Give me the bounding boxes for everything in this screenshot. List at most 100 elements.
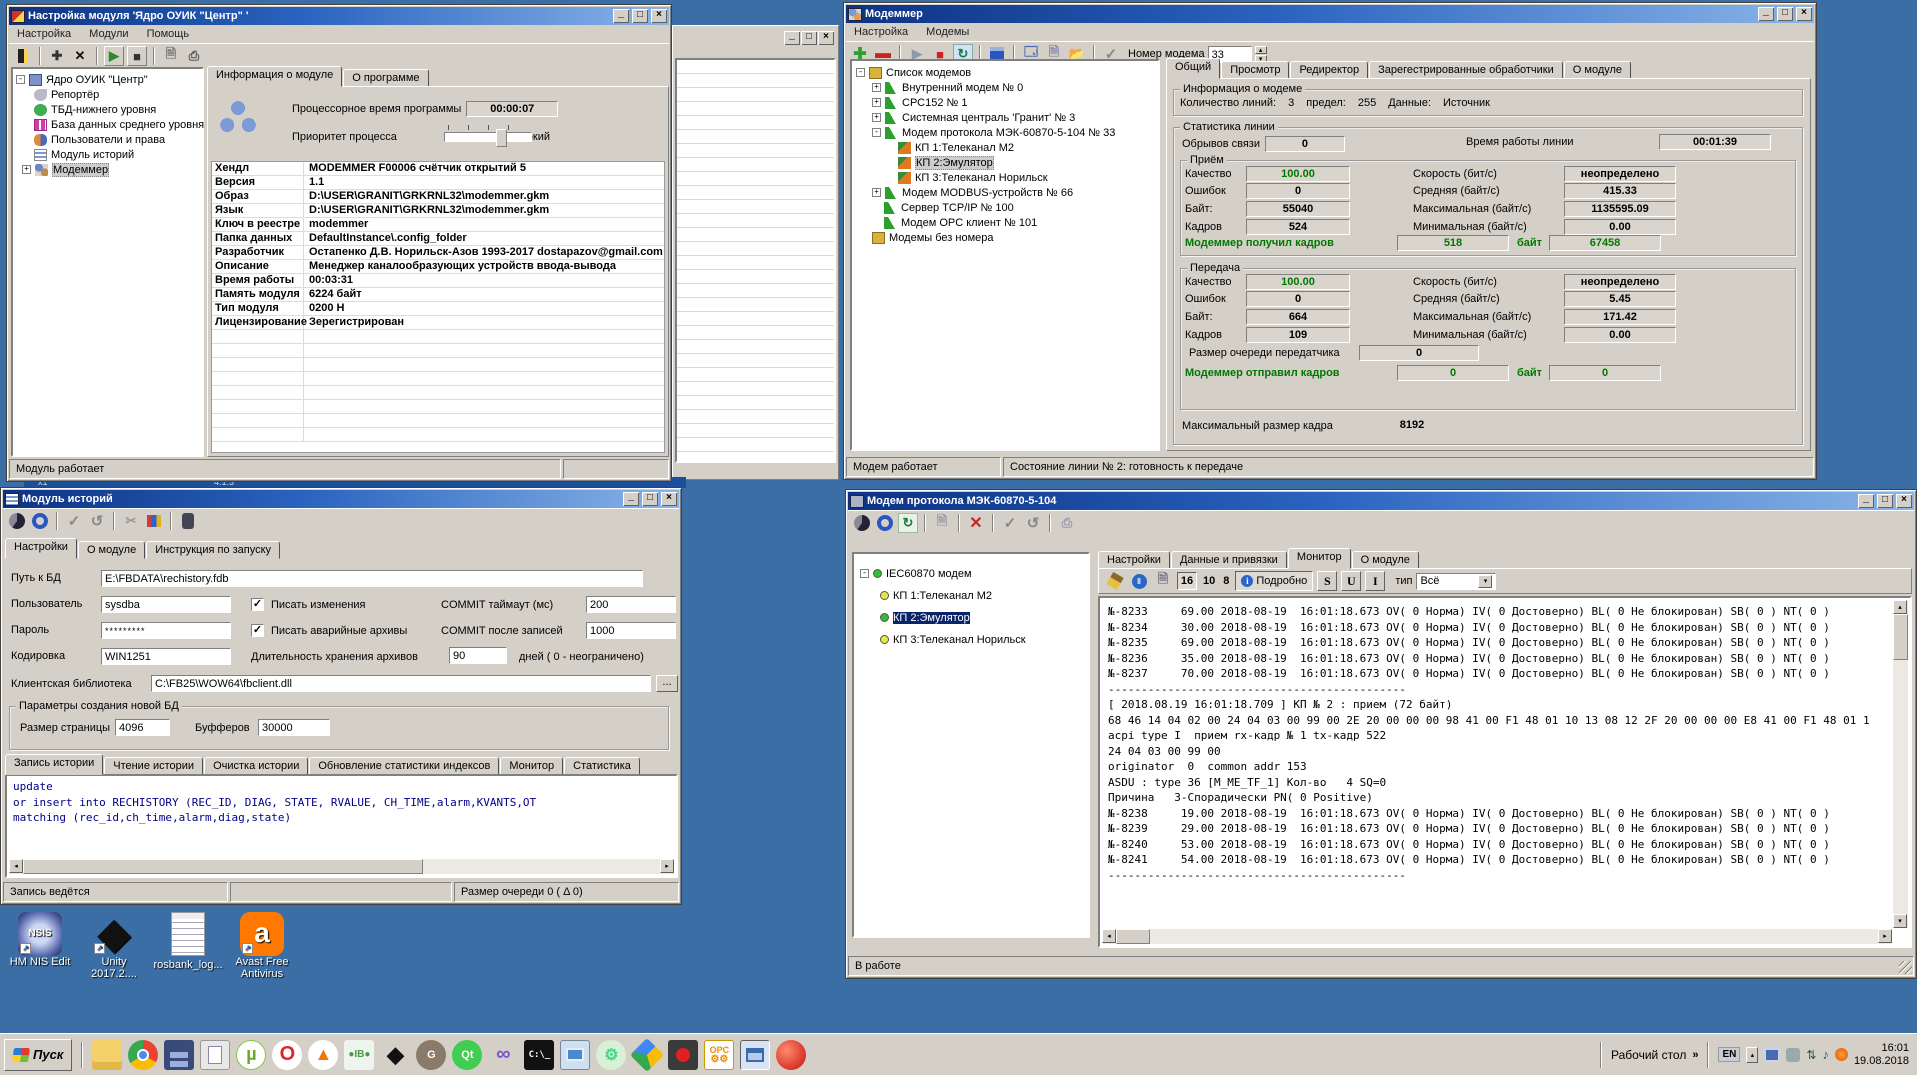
tray-volume-icon[interactable]: ♪ — [1822, 1047, 1829, 1062]
new-doc-icon[interactable]: 🗎 — [932, 513, 952, 533]
radix-10-button[interactable]: 10 — [1201, 575, 1217, 587]
delete-module-icon[interactable]: ✕ — [70, 46, 90, 66]
tree-item-modem[interactable]: Модем OPC клиент № 101 — [854, 215, 1156, 230]
w3-titlebar[interactable]: Модуль историй _□× — [3, 490, 679, 508]
write-changes-checkbox[interactable]: ✓ — [251, 598, 264, 611]
android-studio-icon[interactable]: ⚙ — [596, 1040, 626, 1070]
opera-icon[interactable]: O — [272, 1040, 302, 1070]
desktop-icon-unity[interactable]: ◆↗ Unity 2017.2.... — [78, 912, 150, 980]
add-module-icon[interactable]: ✚ — [47, 46, 67, 66]
w2-close-button[interactable]: × — [1796, 7, 1812, 21]
inkscape-icon[interactable]: ◆ — [380, 1040, 410, 1070]
tab-monitor[interactable]: Монитор — [500, 757, 563, 775]
tree-item-modem-iec104[interactable]: -Модем протокола МЭК-60870-5-104 № 33 — [854, 125, 1156, 140]
w1-close-button[interactable]: × — [651, 9, 667, 23]
tab-monitor[interactable]: Монитор — [1288, 548, 1351, 569]
bg-minimize-button[interactable]: _ — [784, 31, 800, 45]
pause-log-icon[interactable]: ‖ — [1129, 571, 1149, 591]
desktop-icon-avast[interactable]: a↗ Avast Free Antivirus — [226, 912, 298, 980]
w4-titlebar[interactable]: Модем протокола МЭК-60870-5-104 _□× — [848, 492, 1914, 510]
verbose-button[interactable]: iПодробно — [1235, 571, 1313, 591]
tree-item-middb[interactable]: База данных среднего уровня — [14, 117, 201, 132]
desktop-icon-nsis[interactable]: NSIS↗ HM NIS Edit — [4, 912, 76, 968]
tree-item-channel[interactable]: КП 1:Телеканал М2 — [854, 140, 1156, 155]
w3-maximize-button[interactable]: □ — [642, 492, 658, 506]
page-size-input[interactable]: 4096 — [115, 719, 170, 736]
tab-handlers[interactable]: Зарегестрированные обработчики — [1369, 61, 1563, 79]
radix-16-button[interactable]: 16 — [1177, 572, 1197, 590]
visual-studio-icon[interactable]: ∞ — [488, 1040, 518, 1070]
tab-redirector[interactable]: Редиректор — [1290, 61, 1368, 79]
resize-grip[interactable] — [1899, 961, 1912, 974]
tray-devices-icon[interactable] — [1786, 1048, 1800, 1062]
google-drive-icon[interactable] — [630, 1038, 664, 1072]
tree-item-no-number[interactable]: Модемы без номера — [854, 230, 1156, 245]
tree-item-tbd[interactable]: ТБД-нижнего уровня — [14, 102, 201, 117]
tab-iec-settings[interactable]: Настройки — [1098, 551, 1170, 569]
delete-icon[interactable]: ✕ — [966, 513, 986, 533]
language-indicator[interactable]: EN — [1718, 1047, 1740, 1062]
menu-nastroika[interactable]: Настройка — [854, 26, 908, 38]
tree-item-kp3[interactable]: КП 3:Телеканал Норильск — [858, 632, 1084, 647]
tree-item-channel-selected[interactable]: КП 2:Эмулятор — [854, 155, 1156, 170]
keep-days-input[interactable]: 90 — [449, 647, 507, 664]
start-button[interactable]: Пуск — [4, 1039, 72, 1071]
undo-icon[interactable]: ↺ — [87, 511, 107, 531]
tab-data-bindings[interactable]: Данные и привязки — [1171, 551, 1287, 569]
tray-antivirus-icon[interactable] — [1835, 1048, 1848, 1061]
tree-root-kernel[interactable]: -Ядро ОУИК "Центр" — [14, 72, 201, 87]
w2-titlebar[interactable]: Модеммер _□× — [846, 5, 1814, 23]
pdf-reader-icon[interactable] — [668, 1040, 698, 1070]
priority-slider-thumb[interactable] — [496, 129, 507, 147]
remote-desktop-icon[interactable] — [560, 1040, 590, 1070]
copy-log-icon[interactable]: 🗎 — [1153, 571, 1173, 591]
tab-statistics[interactable]: Статистика — [564, 757, 640, 775]
db-path-input[interactable]: E:\FBDATA\rechistory.fdb — [101, 570, 643, 587]
server-manager-icon[interactable] — [164, 1040, 194, 1070]
tree-root-modem-list[interactable]: -Список модемов — [854, 65, 1156, 80]
log-vscrollbar[interactable]: ▴▾ — [1893, 600, 1908, 928]
tab-common[interactable]: Общий — [1166, 58, 1220, 79]
tab-settings[interactable]: Настройки — [5, 538, 77, 559]
w3-close-button[interactable]: × — [661, 492, 677, 506]
tab-launch-instructions[interactable]: Инструкция по запуску — [146, 541, 280, 559]
tree-item-history[interactable]: Модуль историй — [14, 147, 201, 162]
stats-chart-icon[interactable] — [144, 511, 164, 531]
tab-about-module[interactable]: О модуле — [78, 541, 145, 559]
commit-records-input[interactable]: 1000 — [586, 622, 676, 639]
tree-item-kp2-selected[interactable]: КП 2:Эмулятор — [858, 610, 1084, 625]
openoffice-icon[interactable] — [200, 1040, 230, 1070]
sql-hscrollbar[interactable]: ◂▸ — [9, 859, 674, 874]
refresh-protocol-icon[interactable]: ↻ — [898, 513, 918, 533]
w4-minimize-button[interactable]: _ — [1858, 494, 1874, 508]
tray-display-icon[interactable] — [1764, 1048, 1780, 1062]
print-icon[interactable]: ⎙ — [1057, 513, 1077, 533]
stop-module-icon[interactable]: ■ — [127, 46, 147, 66]
w2-maximize-button[interactable]: □ — [1777, 7, 1793, 21]
undo-icon[interactable]: ↺ — [1023, 513, 1043, 533]
tree-item-kp1[interactable]: КП 1:Телеканал М2 — [858, 588, 1084, 603]
w4-maximize-button[interactable]: □ — [1877, 494, 1893, 508]
menu-pomosch[interactable]: Помощь — [147, 28, 190, 40]
start-module-icon[interactable]: ▶ — [104, 46, 124, 66]
tab-clear-history[interactable]: Очистка истории — [204, 757, 308, 775]
cut-icon[interactable]: ✂ — [121, 511, 141, 531]
frame-type-i-button[interactable]: I — [1365, 571, 1385, 591]
menu-nastroika[interactable]: Настройка — [17, 28, 71, 40]
tree-item-modem[interactable]: +Системная централь 'Гранит' № 3 — [854, 110, 1156, 125]
start-protocol-icon[interactable] — [852, 513, 872, 533]
desktop-toolbar-label[interactable]: Рабочий стол — [1611, 1048, 1686, 1062]
frame-type-s-button[interactable]: S — [1317, 571, 1337, 591]
w1-minimize-button[interactable]: _ — [613, 9, 629, 23]
properties-icon[interactable]: 🗎 — [161, 46, 181, 66]
opc-server-icon[interactable]: OPC⚙⚙ — [704, 1040, 734, 1070]
tab-update-index-stats[interactable]: Обновление статистики индексов — [309, 757, 499, 775]
utorrent-icon[interactable]: µ — [236, 1040, 266, 1070]
tree-item-modem[interactable]: +Внутренний модем № 0 — [854, 80, 1156, 95]
tree-item-channel[interactable]: КП 3:Телеканал Норильск — [854, 170, 1156, 185]
w4-close-button[interactable]: × — [1896, 494, 1912, 508]
interbase-icon[interactable]: ●IB● — [344, 1040, 374, 1070]
bg-maximize-button[interactable]: □ — [801, 31, 817, 45]
tree-item-modem[interactable]: +Модем MODBUS-устройств № 66 — [854, 185, 1156, 200]
encoding-input[interactable]: WIN1251 — [101, 648, 231, 665]
